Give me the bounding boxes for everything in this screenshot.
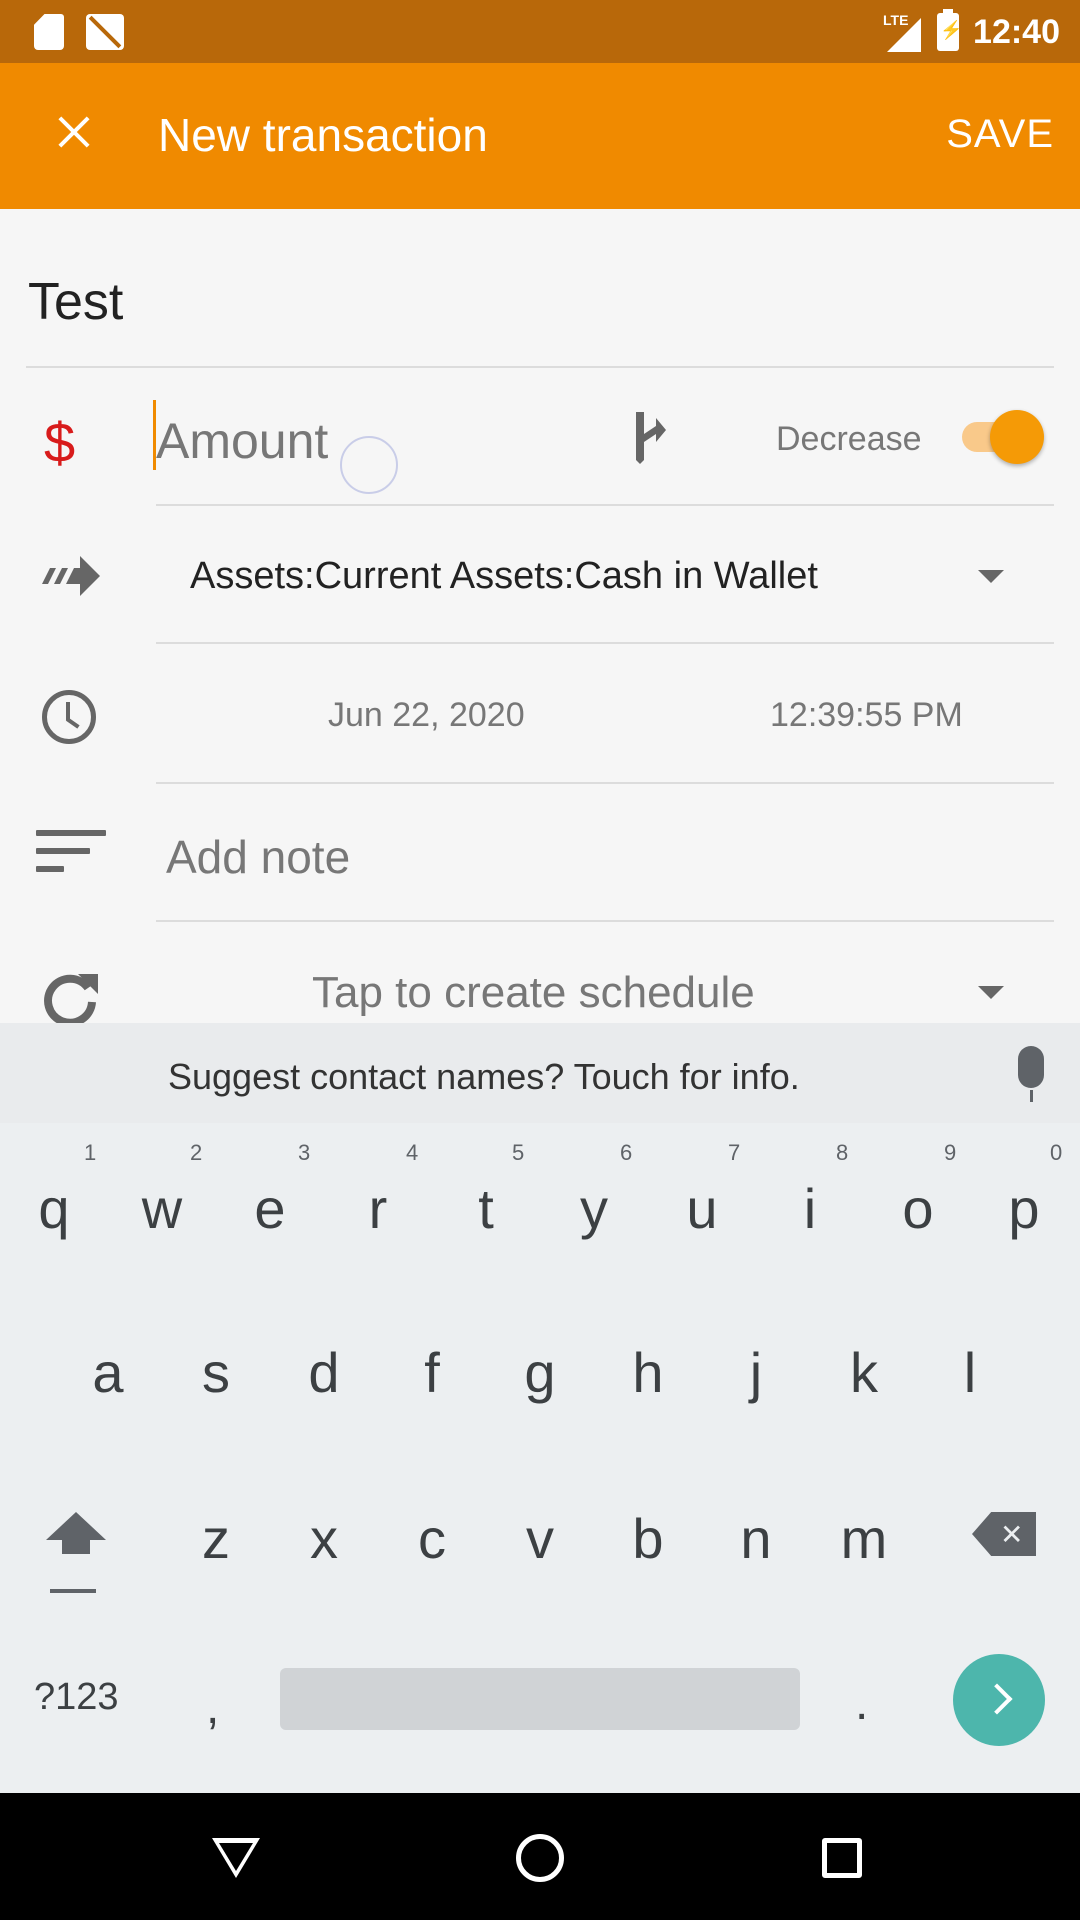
status-bar: LTE 12:40 [0,0,1080,63]
key-z[interactable]: z [176,1506,256,1571]
key-hint: 1 [84,1140,97,1165]
key-hint: 4 [406,1140,419,1165]
key-h[interactable]: h [608,1340,688,1405]
divider [156,642,1054,644]
split-icon[interactable] [616,408,666,464]
back-icon[interactable] [212,1838,260,1878]
transaction-type-toggle[interactable] [990,410,1044,464]
key-hint: 9 [944,1140,957,1165]
divider [156,920,1054,922]
touch-ripple [340,436,398,494]
key-w[interactable]: w [122,1176,202,1241]
divider [156,504,1054,506]
key-n[interactable]: n [716,1506,796,1571]
shift-icon-stem [62,1538,90,1554]
schedule-selector[interactable]: Tap to create schedule [312,968,755,1018]
sd-card-icon [34,14,64,50]
lte-signal-icon: LTE [883,12,923,52]
key-d[interactable]: d [284,1340,364,1405]
recents-icon[interactable] [822,1838,862,1878]
key-l[interactable]: l [930,1340,1010,1405]
key-a[interactable]: a [68,1340,148,1405]
repeat-icon [44,974,98,1027]
space-key[interactable] [280,1668,800,1730]
transaction-type-label: Decrease [776,420,922,458]
key-hint: 7 [728,1140,741,1165]
chevron-down-icon[interactable] [978,570,1004,583]
battery-charging-icon [937,9,962,51]
date-field[interactable]: Jun 22, 2020 [328,696,525,735]
key-hint: 5 [512,1140,525,1165]
note-input[interactable]: Add note [166,830,350,884]
key-v[interactable]: v [500,1506,580,1571]
page-title: New transaction [158,109,488,161]
shift-icon[interactable] [46,1512,106,1540]
notes-icon [36,830,106,874]
no-image-icon [86,14,124,50]
transfer-icon [42,556,100,596]
key-u[interactable]: u [662,1176,742,1241]
key-comma[interactable]: , [206,1680,219,1735]
key-g[interactable]: g [500,1340,580,1405]
key-s[interactable]: s [176,1340,256,1405]
key-hint: 0 [1050,1140,1063,1165]
status-time: 12:40 [973,12,1060,51]
key-o[interactable]: o [878,1176,958,1241]
dollar-icon: $ [44,411,76,474]
divider [26,366,1054,368]
save-button[interactable]: SAVE [946,112,1054,157]
key-r[interactable]: r [338,1176,418,1241]
key-j[interactable]: j [716,1340,796,1405]
key-q[interactable]: q [14,1176,94,1241]
key-period[interactable]: . [855,1676,868,1731]
key-y[interactable]: y [554,1176,634,1241]
key-x[interactable]: x [284,1506,364,1571]
key-t[interactable]: t [446,1176,526,1241]
home-icon[interactable] [516,1834,564,1882]
mic-icon[interactable] [1018,1046,1044,1102]
key-b[interactable]: b [608,1506,688,1571]
key-hint: 6 [620,1140,633,1165]
description-field[interactable]: Test [28,272,123,332]
shift-icon-bar [50,1589,96,1593]
time-field[interactable]: 12:39:55 PM [770,696,963,735]
close-icon[interactable] [54,112,94,152]
network-label: LTE [883,12,909,28]
key-c[interactable]: c [392,1506,472,1571]
amount-input[interactable]: Amount [156,412,328,470]
status-indicators: LTE 12:40 [883,6,1060,58]
key-hint: 2 [190,1140,203,1165]
key-f[interactable]: f [392,1340,472,1405]
key-p[interactable]: p [984,1176,1064,1241]
suggestion-text[interactable]: Suggest contact names? Touch for info. [168,1056,800,1098]
key-hint: 3 [298,1140,311,1165]
key-m[interactable]: m [824,1506,904,1571]
symbols-key[interactable]: ?123 [34,1676,119,1719]
divider [156,782,1054,784]
key-hint: 8 [836,1140,849,1165]
clock-icon [42,690,96,744]
key-i[interactable]: i [770,1176,850,1241]
chevron-down-icon[interactable] [978,986,1004,999]
key-e[interactable]: e [230,1176,310,1241]
key-k[interactable]: k [824,1340,904,1405]
enter-icon[interactable] [953,1654,1045,1746]
account-selector[interactable]: Assets:Current Assets:Cash in Wallet [190,555,818,598]
